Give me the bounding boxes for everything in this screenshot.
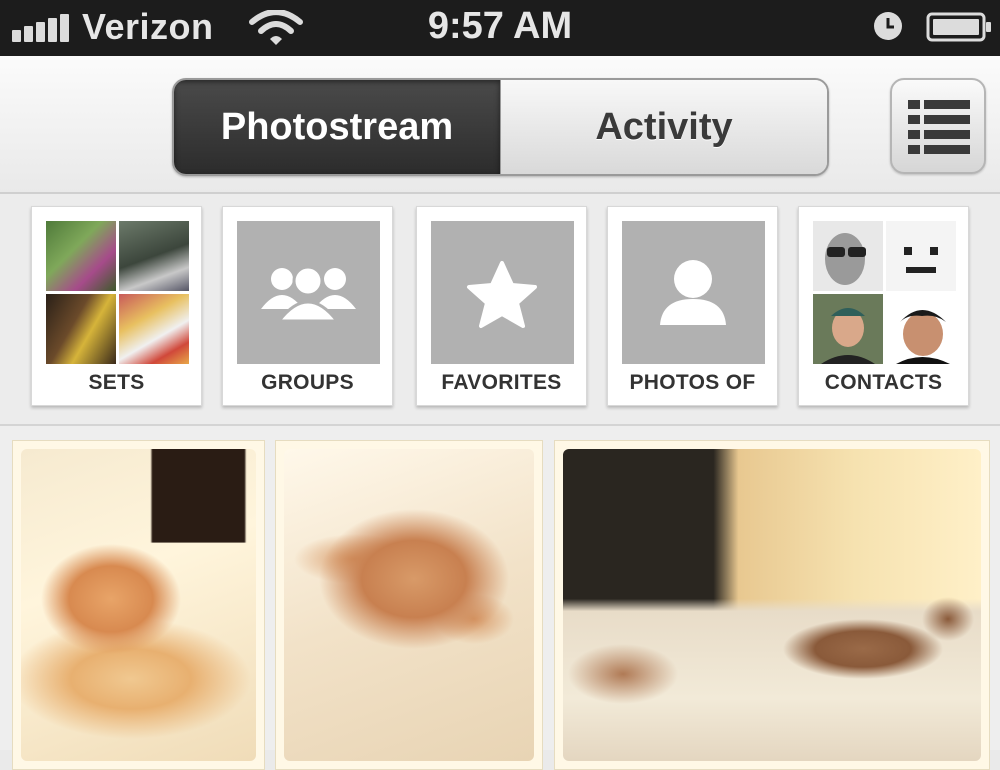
tile-sets[interactable]: SETS <box>31 206 202 406</box>
tile-contacts[interactable]: CONTACTS <box>798 206 969 406</box>
collections-row: SETS GROUPS FAVORITES PHOTOS OF CONTACTS <box>0 194 1000 426</box>
status-bar: Verizon 9:57 AM <box>0 0 1000 56</box>
tab-photostream[interactable]: Photostream <box>174 80 500 174</box>
tile-photos-of[interactable]: PHOTOS OF <box>607 206 778 406</box>
status-time: 9:57 AM <box>427 5 573 47</box>
view-segmented-control: Photostream Activity <box>172 78 829 176</box>
battery-icon <box>926 12 991 42</box>
sets-collage-image <box>46 221 189 364</box>
tab-activity[interactable]: Activity <box>500 80 827 174</box>
tile-favorites[interactable]: FAVORITES <box>416 206 587 406</box>
contacts-avatars-image <box>813 221 956 364</box>
contact-avatar <box>813 221 883 291</box>
tile-label-favorites: FAVORITES <box>441 371 562 394</box>
tile-groups-image <box>237 221 380 364</box>
alarm-clock-icon <box>874 12 902 40</box>
group-people-icon <box>261 265 356 323</box>
photostream-grid <box>0 426 1000 770</box>
contact-avatar <box>886 221 956 291</box>
tile-photos-of-image <box>622 221 765 364</box>
tile-favorites-image <box>431 221 574 364</box>
tile-label-sets: SETS <box>88 371 145 394</box>
kitten-sleeping-photo <box>21 449 256 761</box>
tile-label-photos-of: PHOTOS OF <box>629 371 756 394</box>
list-menu-icon <box>908 100 970 154</box>
tile-label-groups: GROUPS <box>261 371 354 394</box>
contact-avatar <box>813 294 883 364</box>
kitten-sleeping-photo <box>284 449 534 761</box>
star-icon <box>467 261 537 328</box>
tile-groups[interactable]: GROUPS <box>222 206 393 406</box>
photo-thumbnail[interactable] <box>554 440 990 770</box>
kittens-on-bed-photo <box>563 449 981 761</box>
photo-thumbnail[interactable] <box>275 440 543 770</box>
person-icon <box>660 260 726 325</box>
nav-bar: Photostream Activity <box>0 56 1000 194</box>
menu-button[interactable] <box>890 78 986 174</box>
photo-thumbnail[interactable] <box>12 440 265 770</box>
tile-label-contacts: CONTACTS <box>824 371 943 394</box>
contact-avatar <box>886 294 956 364</box>
